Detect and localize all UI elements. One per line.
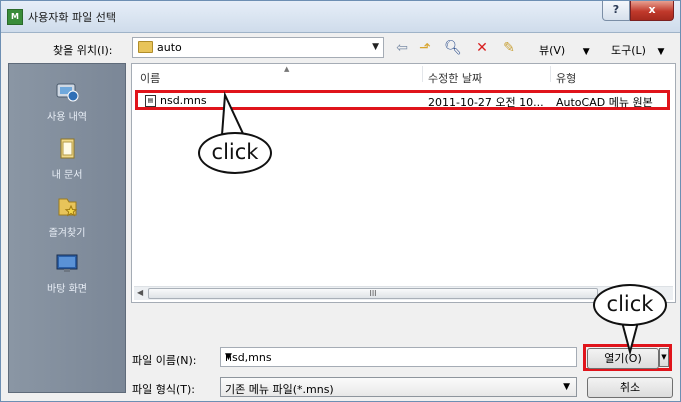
open-button[interactable]: 열기(O): [587, 348, 659, 369]
click-callout-open: click: [593, 284, 667, 326]
filetype-value: 기존 메뉴 파일(*.mns): [225, 383, 334, 396]
up-folder-icon[interactable]: ⬏: [415, 39, 435, 57]
app-icon: M: [7, 9, 23, 25]
chevron-down-icon: ▼: [582, 47, 590, 57]
file-list[interactable]: ▲ 이름 수정한 날짜 유형 ▤ nsd.mns 2011-10-27 오전 1…: [131, 63, 676, 303]
filename-label: 파일 이름(N):: [132, 354, 197, 367]
chevron-down-icon: ▼: [657, 47, 665, 57]
look-in-value: auto: [157, 41, 182, 54]
place-label: 바탕 화면: [47, 284, 87, 295]
open-options-arrow[interactable]: ▼: [659, 348, 669, 367]
file-type: AutoCAD 메뉴 원본: [556, 96, 653, 109]
places-bar: 사용 내역 내 문서 즐겨찾기 바탕 화면: [8, 63, 126, 393]
sort-ascending-icon: ▲: [284, 65, 290, 73]
chevron-down-icon[interactable]: ▼: [225, 352, 570, 362]
title-bar: M 사용자화 파일 선택 ? x: [1, 1, 680, 33]
close-button[interactable]: x: [630, 1, 674, 21]
filetype-label: 파일 형식(T):: [132, 383, 195, 396]
click-callout-file: click: [198, 132, 272, 174]
look-in-dropdown[interactable]: auto ▼: [132, 37, 384, 58]
column-header-type[interactable]: 유형: [556, 70, 576, 86]
place-label: 즐겨찾기: [48, 228, 86, 239]
horizontal-scrollbar[interactable]: ◀ III: [134, 286, 673, 300]
column-header-name[interactable]: 이름: [140, 70, 160, 86]
column-divider: [550, 66, 551, 82]
delete-icon[interactable]: ✕: [472, 39, 492, 57]
column-divider: [422, 66, 423, 82]
column-header-modified[interactable]: 수정한 날짜: [428, 70, 482, 86]
place-history[interactable]: 사용 내역: [9, 78, 125, 123]
window-title: 사용자화 파일 선택: [28, 11, 116, 24]
place-label: 사용 내역: [47, 112, 87, 123]
place-documents[interactable]: 내 문서: [9, 136, 125, 181]
help-button[interactable]: ?: [602, 1, 630, 21]
place-desktop[interactable]: 바탕 화면: [9, 250, 125, 295]
search-icon[interactable]: 🔍︎: [443, 39, 463, 57]
file-name: nsd.mns: [160, 94, 207, 107]
look-in-label: 찾을 위치(I):: [53, 44, 113, 57]
view-menu-button[interactable]: 뷰(V) ▼: [539, 42, 590, 58]
file-dialog: M 사용자화 파일 선택 ? x 찾을 위치(I): auto ▼ ⇦ ⬏ 🔍︎…: [0, 0, 681, 402]
favorites-icon: [58, 198, 78, 217]
view-menu-label: 뷰(V): [539, 44, 566, 57]
scroll-left-icon[interactable]: ◀: [137, 288, 143, 297]
place-favorites[interactable]: 즐겨찾기: [9, 194, 125, 239]
cancel-button[interactable]: 취소: [587, 377, 673, 398]
new-folder-icon[interactable]: ✎: [499, 39, 519, 57]
filetype-dropdown[interactable]: 기존 메뉴 파일(*.mns) ▼: [220, 377, 577, 397]
documents-icon: [60, 138, 75, 159]
file-row[interactable]: ▤ nsd.mns 2011-10-27 오전 10... AutoCAD 메뉴…: [135, 90, 670, 110]
desktop-icon: [56, 254, 78, 272]
folder-icon: [138, 41, 153, 53]
file-modified: 2011-10-27 오전 10...: [428, 96, 544, 109]
chevron-down-icon: ▼: [372, 42, 379, 52]
chevron-down-icon: ▼: [563, 382, 570, 392]
place-label: 내 문서: [51, 170, 83, 181]
filename-input[interactable]: nsd,mns ▼: [220, 347, 577, 367]
scroll-thumb[interactable]: III: [148, 288, 598, 299]
back-arrow-icon[interactable]: ⇦: [392, 39, 412, 57]
tools-menu-button[interactable]: 도구(L) ▼: [611, 42, 664, 58]
history-icon: [56, 83, 79, 102]
file-icon: ▤: [145, 95, 156, 107]
tools-menu-label: 도구(L): [611, 44, 646, 57]
